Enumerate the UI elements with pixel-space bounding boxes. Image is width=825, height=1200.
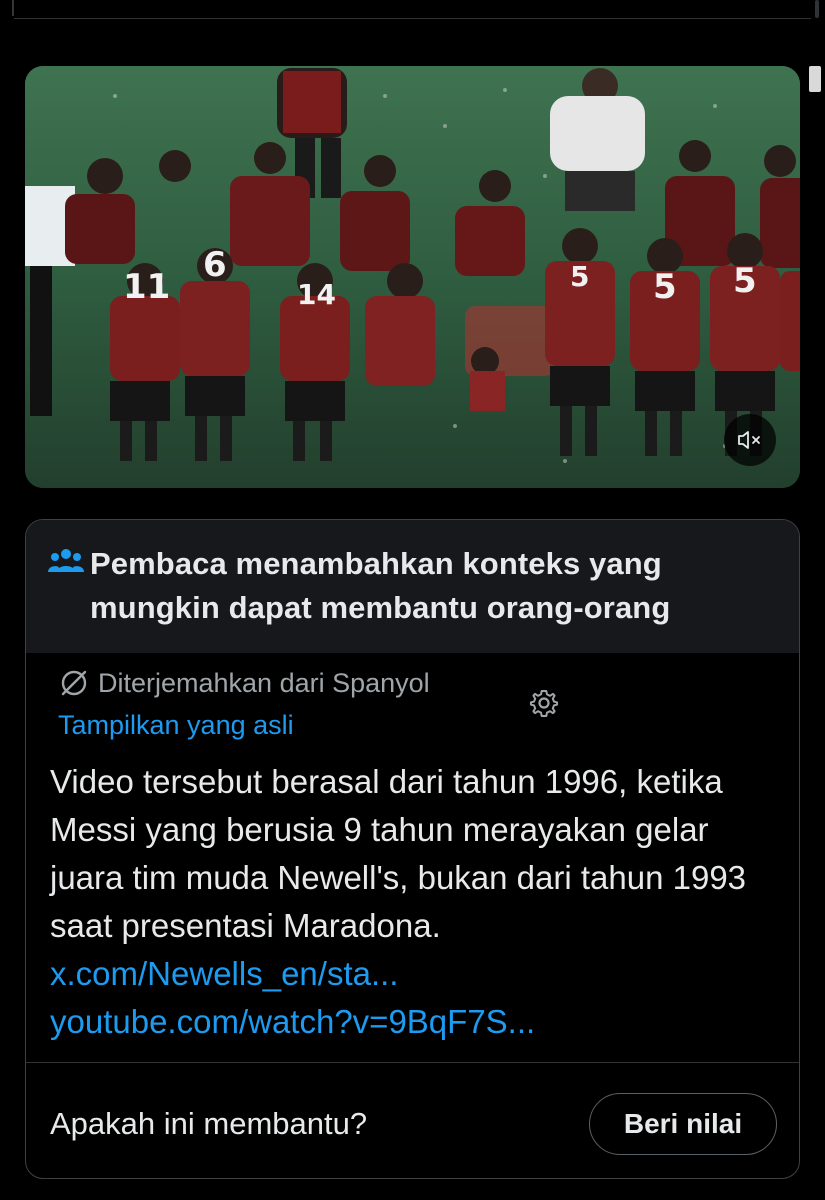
note-title: Pembaca menambahkan konteks yang mungkin…	[90, 546, 671, 625]
embedded-video[interactable]: 11 6 14 5 5 5	[25, 66, 800, 488]
show-original-link[interactable]: Tampilkan yang asli	[58, 710, 294, 741]
translation-info: Diterjemahkan dari Spanyol	[58, 667, 430, 699]
slash-circle-icon	[61, 670, 87, 696]
tweet-detail-page: 11 6 14 5 5 5 Pembaca menambahkan kontek…	[0, 0, 825, 1200]
source-link-x[interactable]: x.com/Newells_en/sta...	[50, 955, 398, 992]
note-divider	[26, 1062, 799, 1063]
jersey-number: 11	[123, 267, 170, 307]
jersey-number: 6	[203, 245, 227, 285]
source-link-youtube[interactable]: youtube.com/watch?v=9BqF7S...	[50, 1003, 535, 1040]
note-body: Video tersebut berasal dari tahun 1996, …	[50, 758, 770, 1046]
jersey-number: 5	[570, 260, 589, 293]
scrollbar-thumb[interactable]	[809, 66, 821, 92]
helpful-question: Apakah ini membantu?	[50, 1106, 368, 1141]
top-scroll-indicator	[815, 0, 819, 18]
top-divider	[14, 18, 811, 19]
jersey-number: 5	[653, 267, 677, 307]
note-header: Pembaca menambahkan konteks yang mungkin…	[26, 520, 799, 653]
community-note: Pembaca menambahkan konteks yang mungkin…	[25, 519, 800, 1179]
video-frame: 11 6 14 5 5 5	[25, 66, 800, 488]
jersey-number: 5	[733, 261, 757, 301]
mute-button[interactable]	[724, 414, 776, 466]
speaker-muted-icon	[738, 431, 760, 449]
thread-line	[12, 0, 14, 16]
translated-from-label: Diterjemahkan dari Spanyol	[98, 667, 430, 698]
people-icon	[48, 549, 84, 572]
note-text: Video tersebut berasal dari tahun 1996, …	[50, 763, 747, 944]
gear-icon[interactable]	[529, 688, 559, 718]
jersey-number: 14	[297, 278, 336, 311]
rate-button[interactable]: Beri nilai	[589, 1093, 777, 1155]
